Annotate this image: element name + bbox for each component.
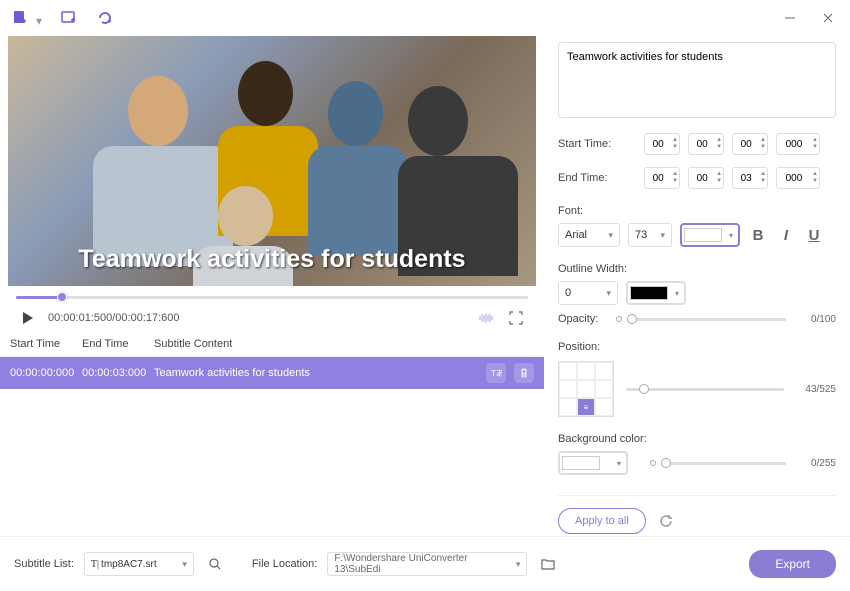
subtitle-list-label: Subtitle List: [14, 558, 74, 570]
refresh-arc-icon[interactable] [94, 7, 116, 29]
start-seconds[interactable]: ▲▼ [732, 133, 768, 155]
add-file-icon[interactable] [10, 7, 32, 29]
outline-color-picker[interactable]: ▾ [626, 281, 686, 305]
timecode: 00:00:01:500/00:00:17:600 [48, 312, 180, 324]
pos-br[interactable] [595, 398, 613, 416]
subtitle-file-select[interactable]: T| tmp8AC7.srt ▾ [84, 552, 194, 576]
start-minutes[interactable]: ▲▼ [688, 133, 724, 155]
scrubber-thumb[interactable] [57, 292, 67, 302]
export-button[interactable]: Export [749, 550, 836, 578]
position-slider[interactable] [626, 388, 784, 391]
opacity-min-icon [616, 316, 622, 322]
pos-bl[interactable] [559, 398, 577, 416]
underline-button[interactable]: U [804, 225, 824, 245]
bg-value: 0/255 [796, 458, 836, 469]
waveform-icon[interactable] [476, 308, 496, 328]
file-location-label: File Location: [252, 558, 317, 570]
editor-panel: Start Time: ▲▼ ▲▼ ▲▼ ▲▼ End Time: ▲▼ ▲▼ … [544, 36, 850, 536]
bold-button[interactable]: B [748, 225, 768, 245]
video-panel: Teamwork activities for students 00:00:0… [0, 36, 544, 536]
top-toolbar: ▾ [0, 0, 850, 36]
pos-tl[interactable] [559, 362, 577, 380]
svg-text:Tあ: Tあ [491, 369, 502, 378]
end-minutes[interactable]: ▲▼ [688, 167, 724, 189]
col-end-header: End Time [82, 338, 154, 350]
opacity-value: 0/100 [796, 314, 836, 325]
end-hours[interactable]: ▲▼ [644, 167, 680, 189]
opacity-label: Opacity: [558, 313, 606, 325]
add-window-icon[interactable] [58, 7, 80, 29]
pos-mc[interactable] [577, 380, 595, 398]
bg-label: Background color: [558, 433, 836, 445]
file-location-input[interactable]: F:\Wondershare UniConverter 13\SubEdi▾ [327, 552, 527, 576]
close-icon[interactable] [816, 6, 840, 30]
opacity-slider[interactable] [632, 318, 786, 321]
add-file-dropdown-icon[interactable]: ▾ [36, 14, 44, 22]
apply-all-button[interactable]: Apply to all [558, 508, 646, 534]
video-preview[interactable]: Teamwork activities for students [8, 36, 536, 286]
search-icon[interactable] [204, 553, 226, 575]
subtitle-text-input[interactable] [558, 42, 836, 118]
folder-icon[interactable] [537, 553, 559, 575]
delete-icon[interactable] [514, 363, 534, 383]
minimize-icon[interactable] [778, 6, 802, 30]
subtitle-overlay: Teamwork activities for students [8, 245, 536, 274]
row-end: 00:00:03:000 [82, 367, 154, 379]
position-grid[interactable]: ≡ [558, 361, 614, 417]
pos-tc[interactable] [577, 362, 595, 380]
subtitle-table-header: Start Time End Time Subtitle Content [0, 332, 544, 357]
col-start-header: Start Time [10, 338, 82, 350]
font-size-select[interactable]: 73▾ [628, 223, 672, 247]
reset-icon[interactable] [656, 511, 676, 531]
translate-icon[interactable]: Tあ [486, 363, 506, 383]
pos-mr[interactable] [595, 380, 613, 398]
row-content: Teamwork activities for students [154, 367, 486, 379]
italic-button[interactable]: I [776, 225, 796, 245]
footer: Subtitle List: T| tmp8AC7.srt ▾ File Loc… [0, 536, 850, 591]
pos-tr[interactable] [595, 362, 613, 380]
start-ms[interactable]: ▲▼ [776, 133, 820, 155]
col-content-header: Subtitle Content [154, 338, 534, 350]
position-value: 43/525 [796, 384, 836, 395]
pos-ml[interactable] [559, 380, 577, 398]
play-icon[interactable] [18, 308, 38, 328]
end-seconds[interactable]: ▲▼ [732, 167, 768, 189]
font-color-picker[interactable]: ▾ [680, 223, 740, 247]
pos-bc[interactable]: ≡ [577, 398, 595, 416]
outline-width-select[interactable]: 0▾ [558, 281, 618, 305]
end-time-label: End Time: [558, 172, 636, 184]
table-row[interactable]: 00:00:00:000 00:00:03:000 Teamwork activ… [0, 357, 544, 389]
bg-slider[interactable] [666, 462, 786, 465]
bg-min-icon [650, 460, 656, 466]
bg-color-picker[interactable]: ▾ [558, 451, 628, 475]
fullscreen-icon[interactable] [506, 308, 526, 328]
font-family-select[interactable]: Arial▾ [558, 223, 620, 247]
end-ms[interactable]: ▲▼ [776, 167, 820, 189]
font-label: Font: [558, 205, 836, 217]
row-start: 00:00:00:000 [10, 367, 82, 379]
start-hours[interactable]: ▲▼ [644, 133, 680, 155]
start-time-label: Start Time: [558, 138, 636, 150]
outline-label: Outline Width: [558, 263, 836, 275]
position-label: Position: [558, 341, 836, 353]
video-scrubber[interactable] [16, 290, 528, 304]
